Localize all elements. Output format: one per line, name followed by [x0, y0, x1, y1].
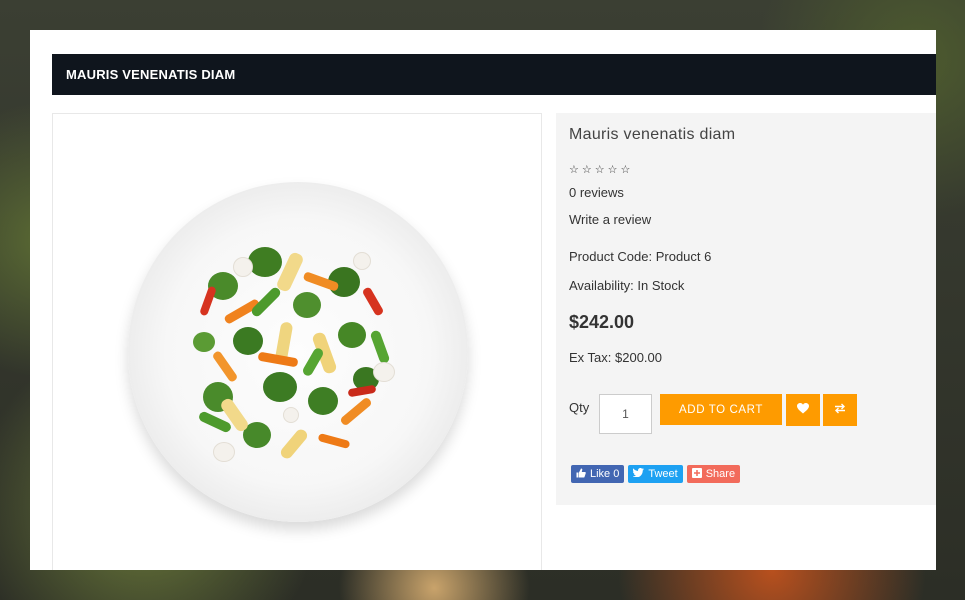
compare-button[interactable] — [823, 394, 857, 426]
write-review-link[interactable]: Write a review — [569, 212, 923, 227]
qty-input[interactable] — [599, 394, 652, 434]
wishlist-button[interactable] — [786, 394, 820, 426]
thumbs-up-icon — [576, 468, 586, 481]
twitter-bird-icon — [632, 468, 645, 480]
product-name: Mauris venenatis diam — [569, 126, 736, 143]
product-image[interactable] — [128, 182, 468, 522]
add-to-cart-button[interactable]: ADD TO CART — [660, 394, 782, 425]
plus-square-icon — [691, 467, 702, 481]
heart-icon — [797, 403, 809, 417]
tweet-label: Tweet — [648, 468, 678, 480]
product-code: Product Code: Product 6 — [569, 249, 712, 264]
rating-stars: ☆☆☆☆☆ — [569, 164, 634, 176]
facebook-like-button[interactable]: Like 0 — [571, 465, 625, 483]
exchange-icon — [834, 403, 846, 417]
facebook-like-label: Like 0 — [590, 468, 620, 480]
product-info-panel: Mauris venenatis diam ☆☆☆☆☆ 0 reviews Wr… — [556, 113, 936, 505]
social-share-row: Like 0 Tweet Share — [571, 465, 741, 483]
reviews-count-link[interactable]: 0 reviews — [569, 185, 923, 200]
availability: Availability: In Stock — [569, 278, 685, 293]
share-button[interactable]: Share — [686, 465, 741, 483]
quickview-modal: MAURIS VENENATIS DIAM Mauris venenatis d… — [30, 30, 936, 570]
twitter-tweet-button[interactable]: Tweet — [628, 465, 683, 483]
qty-label: Qty — [569, 400, 590, 415]
add-to-cart-row: Qty ADD TO CART — [569, 394, 929, 434]
share-label: Share — [705, 468, 736, 480]
product-price: $242.00 — [569, 312, 635, 332]
vegetables-illustration — [188, 237, 413, 467]
ex-tax-price: Ex Tax: $200.00 — [569, 350, 662, 365]
modal-title: MAURIS VENENATIS DIAM — [52, 54, 936, 95]
product-image-container — [52, 113, 542, 570]
